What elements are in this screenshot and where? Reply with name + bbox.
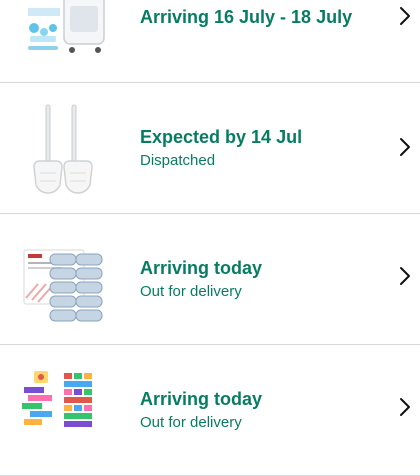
delivery-status: Out for delivery (140, 283, 242, 300)
delivery-status: Out for delivery (140, 414, 242, 431)
order-text: Arriving today Out for delivery (140, 388, 380, 433)
delivery-title: Expected by 14 Jul (140, 127, 303, 147)
order-row[interactable]: Expected by 14 Jul Dispatched (0, 83, 420, 214)
toilet-brush-icon (33, 104, 93, 194)
delivery-title: Arriving today (140, 389, 263, 409)
product-image-air-cooler (20, 0, 112, 58)
order-row[interactable]: Arriving today Out for delivery (0, 345, 420, 476)
delivery-title: Arriving today (140, 258, 263, 278)
order-text: Arriving 16 July - 18 July (140, 6, 380, 28)
chevron-right-icon (398, 397, 412, 417)
order-text: Arriving today Out for delivery (140, 257, 380, 302)
chevron-right-icon (398, 266, 412, 286)
air-cooler-icon (28, 0, 105, 53)
order-row[interactable]: Arriving today Out for delivery (0, 214, 420, 345)
order-text: Expected by 14 Jul Dispatched (140, 126, 380, 171)
product-image-toilet-brush (20, 103, 112, 195)
stacking-blocks-icon (22, 371, 92, 427)
chevron-right-icon (398, 137, 412, 157)
chevron-right-icon (398, 6, 412, 26)
delivery-title: Arriving 16 July - 18 July (140, 7, 353, 27)
refill-pack-icon (23, 249, 103, 322)
product-image-refill-pack (20, 236, 112, 328)
order-row[interactable]: Arriving 16 July - 18 July (0, 0, 420, 83)
delivery-status: Dispatched (140, 152, 216, 169)
product-image-stacking-blocks (20, 367, 112, 459)
